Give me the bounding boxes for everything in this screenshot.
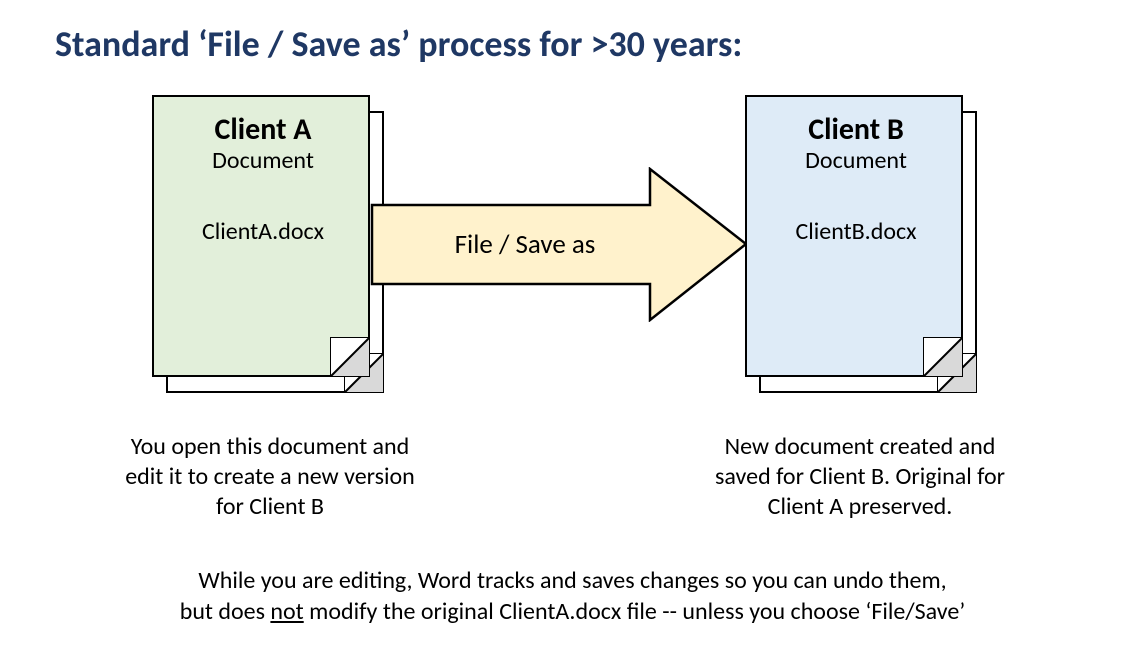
document-b-sub-label: Document bbox=[747, 146, 965, 175]
document-a-front-page: Client A Document ClientA.docx bbox=[152, 95, 370, 377]
footer-not: not bbox=[270, 597, 303, 626]
document-b-text: Client B Document ClientB.docx bbox=[747, 97, 965, 246]
document-a-filename: ClientA.docx bbox=[154, 217, 372, 246]
document-b-filename: ClientB.docx bbox=[747, 217, 965, 246]
document-b-front-page: Client B Document ClientB.docx bbox=[745, 95, 963, 377]
footer-pre: but does bbox=[180, 597, 271, 626]
save-as-arrow: File / Save as bbox=[370, 167, 748, 322]
document-b: Client B Document ClientB.docx bbox=[745, 95, 977, 395]
document-a: Client A Document ClientA.docx bbox=[152, 95, 384, 395]
page-fold-icon bbox=[923, 337, 963, 377]
document-a-text: Client A Document ClientA.docx bbox=[154, 97, 372, 246]
document-b-client-label: Client B bbox=[747, 111, 965, 148]
diagram-stage: Client A Document ClientA.docx File / Sa… bbox=[0, 95, 1145, 425]
arrow-label: File / Save as bbox=[370, 167, 680, 322]
page-fold-icon bbox=[330, 337, 370, 377]
document-a-sub-label: Document bbox=[154, 146, 372, 175]
footer-post: modify the original ClientA.docx file --… bbox=[304, 597, 966, 626]
footer-line1: While you are editing, Word tracks and s… bbox=[198, 566, 946, 595]
diagram-title: Standard ‘File / Save as’ process for >3… bbox=[55, 22, 742, 66]
footer-note: While you are editing, Word tracks and s… bbox=[75, 565, 1070, 627]
document-b-caption: New document created and saved for Clien… bbox=[700, 432, 1020, 522]
document-a-client-label: Client A bbox=[154, 111, 372, 148]
document-a-caption: You open this document and edit it to cr… bbox=[110, 432, 430, 522]
